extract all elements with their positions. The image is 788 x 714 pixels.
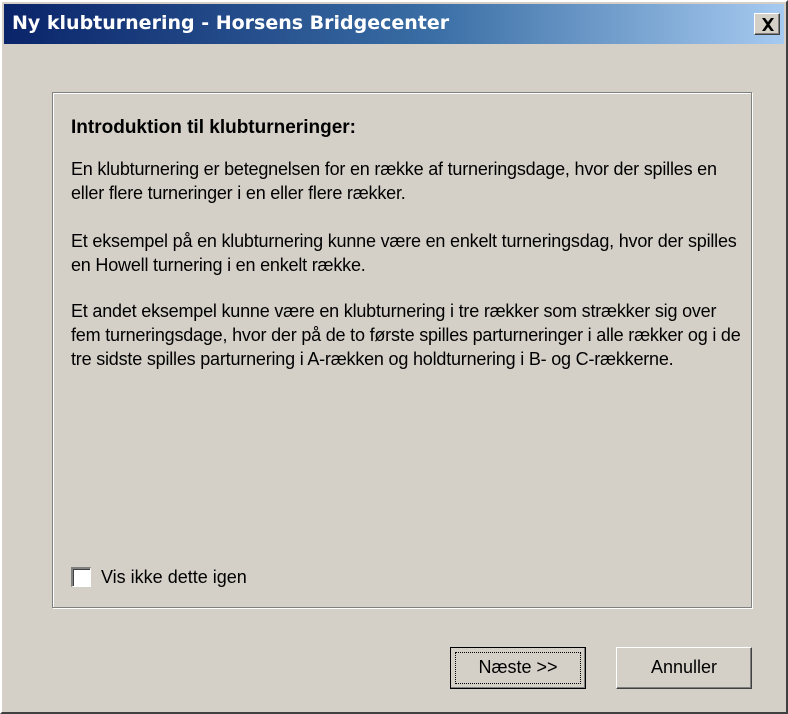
intro-panel: Introduktion til klubturneringer: En klu… xyxy=(52,92,752,608)
next-button-label: Næste >> xyxy=(478,657,558,677)
title-bar[interactable]: Ny klubturnering - Horsens Bridgecenter xyxy=(4,4,784,44)
dialog-window: Ny klubturnering - Horsens Bridgecenter … xyxy=(0,0,788,714)
next-button[interactable]: Næste >> xyxy=(450,647,586,689)
cancel-button[interactable]: Annuller xyxy=(616,647,752,689)
intro-heading: Introduktion til klubturneringer: xyxy=(71,117,356,138)
intro-paragraph: Et eksempel på en klubturnering kunne væ… xyxy=(71,231,737,275)
intro-paragraph: En klubturnering er betegnelsen for en r… xyxy=(71,159,717,203)
cancel-button-label: Annuller xyxy=(650,657,718,677)
dont-show-again-label[interactable]: Vis ikke dette igen xyxy=(101,567,247,587)
intro-paragraph: Et andet eksempel kunne være en klubturn… xyxy=(71,301,741,369)
window-title: Ny klubturnering - Horsens Bridgecenter xyxy=(12,12,450,34)
close-icon xyxy=(762,18,774,31)
dont-show-again-checkbox[interactable] xyxy=(71,567,91,587)
close-button[interactable] xyxy=(754,13,780,35)
